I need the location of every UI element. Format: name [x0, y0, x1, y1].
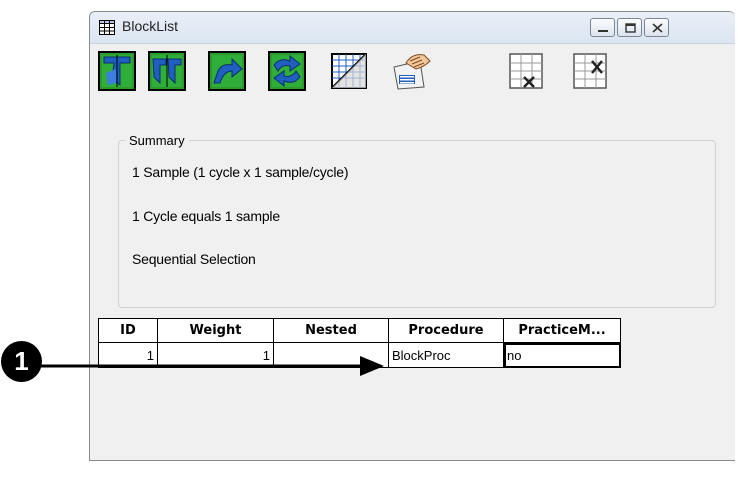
callout-number-badge: 1 [1, 341, 42, 382]
callout-arrow [38, 356, 384, 376]
